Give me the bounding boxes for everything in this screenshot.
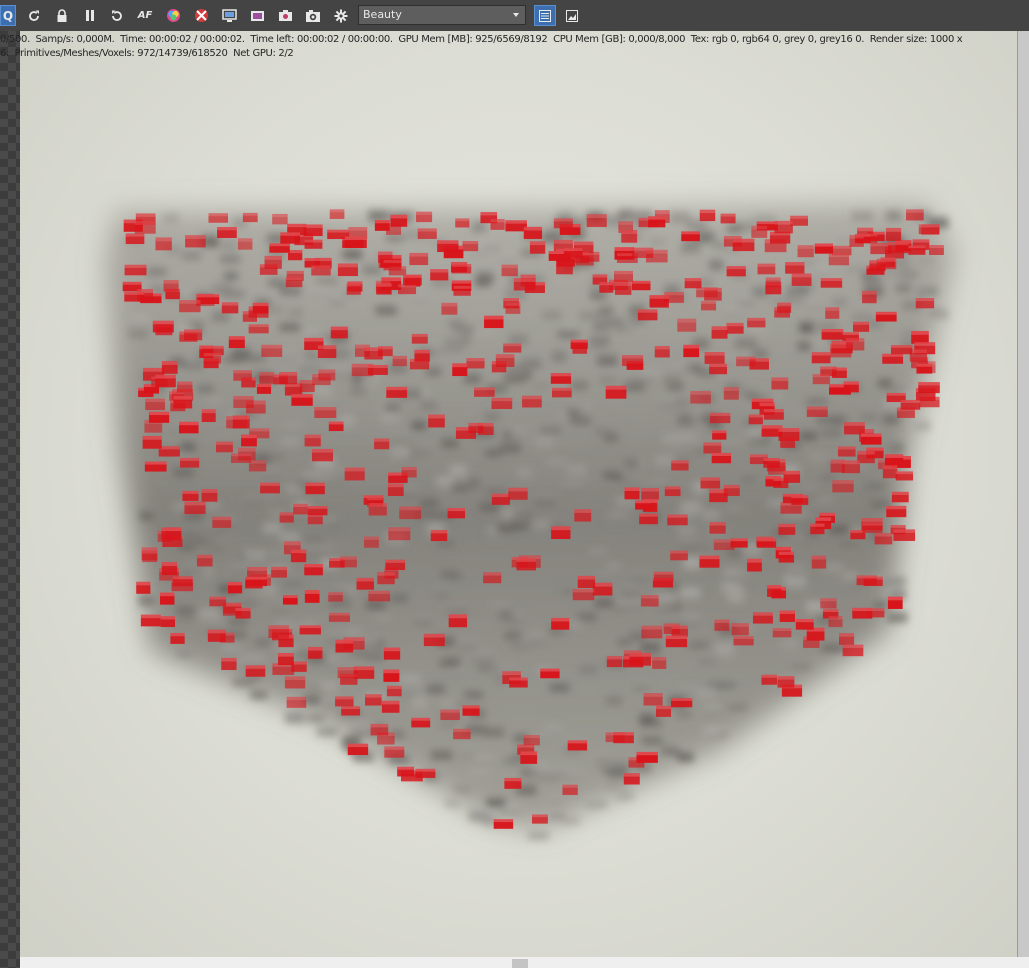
image-icon <box>566 9 578 22</box>
autofocus-button[interactable]: AF <box>134 5 156 26</box>
restart-render-button[interactable] <box>23 5 45 26</box>
imager-button[interactable] <box>274 5 296 26</box>
render-pass-value: Beauty <box>363 8 402 21</box>
color-picker-button[interactable] <box>162 5 184 26</box>
camera-icon <box>306 9 320 22</box>
pause-icon <box>86 10 94 21</box>
voxel-render-image <box>105 203 955 840</box>
vertical-scrollbar[interactable] <box>1017 31 1029 957</box>
imager-icon <box>278 9 292 21</box>
list-view-button[interactable] <box>534 5 556 26</box>
region-render-icon: Q <box>2 8 14 23</box>
render-pass-select[interactable]: Beauty <box>358 5 526 25</box>
color-picker-icon <box>166 9 180 22</box>
stats-line-2: 6. Primitives/Meshes/Voxels: 972/14739/6… <box>0 47 294 59</box>
chevron-down-icon <box>513 13 519 17</box>
camera-button[interactable] <box>302 5 324 26</box>
horizontal-scroll-thumb[interactable] <box>512 959 528 968</box>
film-button[interactable] <box>246 5 268 26</box>
display-button[interactable] <box>218 5 240 26</box>
horizontal-scrollbar[interactable] <box>20 957 1029 968</box>
channels-icon <box>194 9 208 22</box>
pause-button[interactable] <box>79 5 101 26</box>
render-toolbar: Q AF Beauty <box>0 0 1029 32</box>
autofocus-icon: AF <box>137 9 153 21</box>
gear-icon <box>334 9 348 22</box>
list-icon <box>539 9 551 22</box>
restart-render-icon <box>29 10 39 21</box>
region-render-button[interactable]: Q <box>0 5 16 26</box>
lock-button[interactable] <box>51 5 73 26</box>
refresh-button[interactable] <box>106 5 128 26</box>
checkerboard-margin <box>0 31 20 968</box>
refresh-icon <box>112 10 122 21</box>
film-icon <box>250 10 264 21</box>
image-view-button[interactable] <box>561 5 583 26</box>
display-icon <box>221 8 237 22</box>
render-viewport[interactable] <box>20 31 1017 957</box>
lock-icon <box>57 8 67 22</box>
settings-button[interactable] <box>330 5 352 26</box>
stats-line-1: 0/500. Samp/s: 0,000M. Time: 00:00:02 / … <box>0 34 963 45</box>
channels-button[interactable] <box>190 5 212 26</box>
render-stats: 0/500. Samp/s: 0,000M. Time: 00:00:02 / … <box>0 33 1029 60</box>
